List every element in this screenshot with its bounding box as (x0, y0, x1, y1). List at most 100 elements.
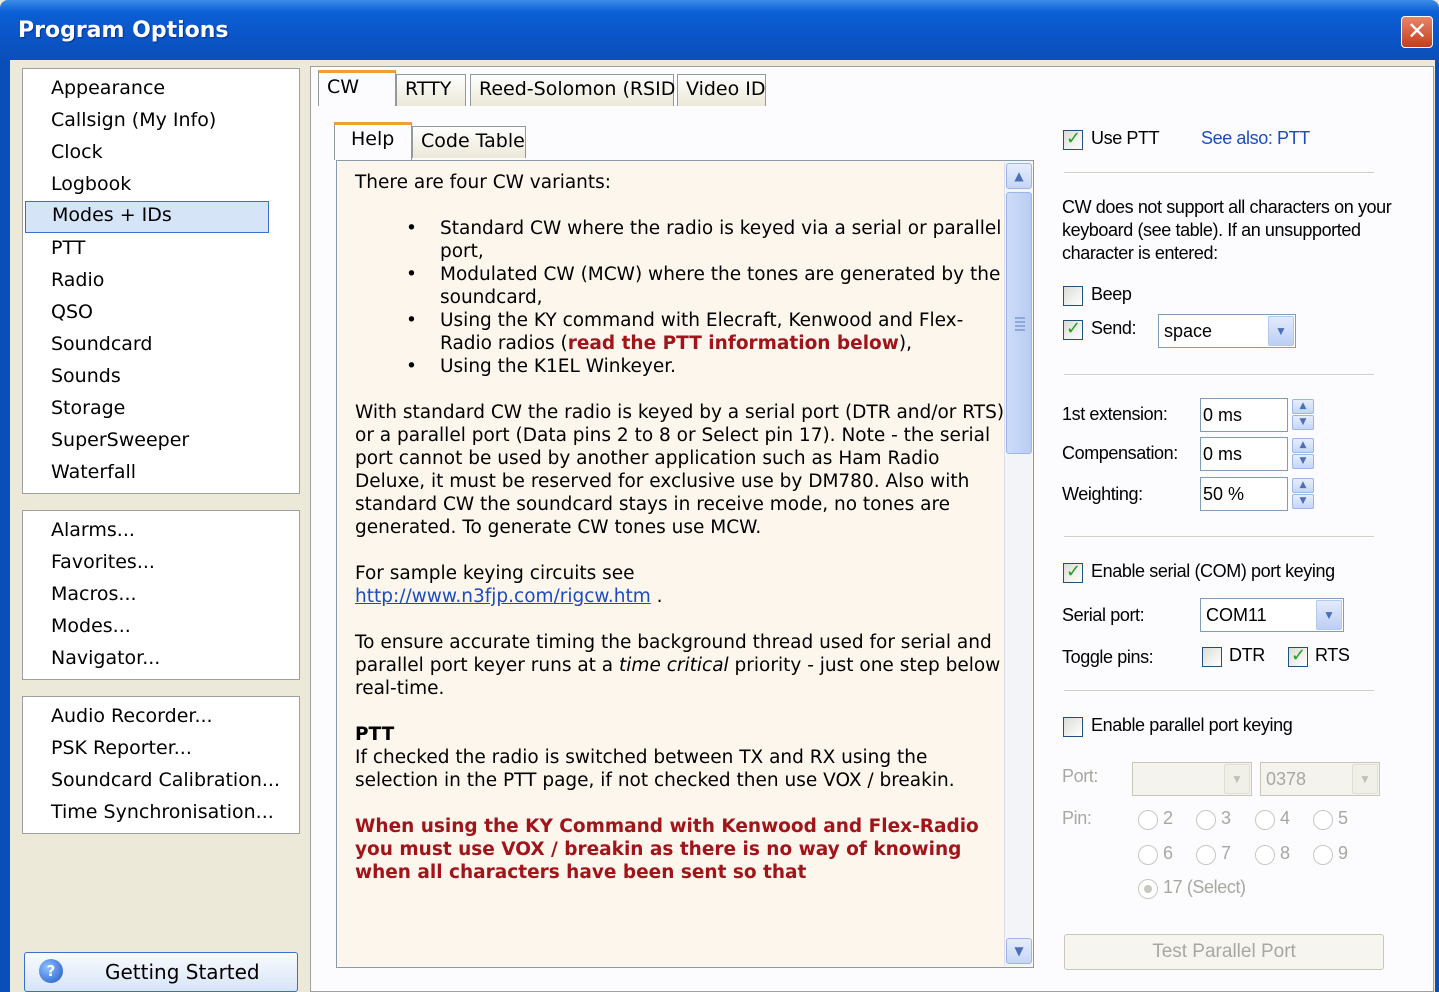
nav-item-waterfall[interactable]: Waterfall (51, 461, 136, 483)
pin-4-label: 4 (1280, 808, 1290, 828)
chevron-down-icon[interactable]: ▼ (1316, 600, 1342, 630)
beep-checkbox[interactable] (1063, 286, 1083, 306)
nav-item-soundcard[interactable]: Soundcard (51, 333, 152, 355)
help-ptt-heading: PTT (355, 724, 395, 745)
send-label[interactable]: Send: (1091, 318, 1136, 339)
getting-started-button[interactable]: ? Getting Started (24, 952, 298, 992)
use-ptt-checkbox[interactable] (1063, 128, 1083, 150)
tab-rtty[interactable]: RTTY (396, 74, 466, 106)
chevron-down-icon[interactable]: ▼ (1268, 316, 1294, 346)
chevron-down-icon: ▼ (1224, 764, 1250, 794)
nav-item-alarms[interactable]: Alarms... (51, 519, 135, 541)
help-scrollbar[interactable]: ▲ ▼ (1004, 162, 1032, 966)
grip-icon (1015, 317, 1025, 331)
help-standard-cw: With standard CW the radio is keyed by a… (355, 402, 1005, 538)
nav-item-navigator[interactable]: Navigator... (51, 647, 160, 669)
help-intro: There are four CW variants: (355, 172, 612, 193)
port-address-select: 0378 ▼ (1260, 762, 1380, 796)
nav-item-supersweeper[interactable]: SuperSweeper (51, 429, 189, 451)
compensation-spinner[interactable]: 0 ms (1200, 437, 1288, 471)
weighting-value: 50 % (1203, 484, 1245, 504)
rts-label[interactable]: RTS (1315, 645, 1350, 666)
scroll-down-icon[interactable]: ▼ (1006, 938, 1032, 964)
subtab-help[interactable]: Help (334, 122, 412, 160)
help-warning: When using the KY Command with Kenwood a… (355, 816, 979, 883)
tab-cw[interactable]: CW (318, 70, 396, 106)
pin-9-label: 9 (1338, 843, 1348, 863)
pin-8-label: 8 (1280, 843, 1290, 863)
send-select[interactable]: space ▼ (1158, 314, 1296, 348)
help-variant-2: Modulated CW (MCW) where the tones are g… (406, 263, 1005, 309)
pin-3-radio (1196, 810, 1216, 830)
toggle-pins-label: Toggle pins: (1062, 647, 1154, 667)
serial-port-select[interactable]: COM11 ▼ (1200, 598, 1344, 632)
beep-label[interactable]: Beep (1091, 284, 1132, 305)
use-ptt-label[interactable]: Use PTT (1091, 128, 1160, 149)
cw-help-text[interactable]: There are four CW variants: Standard CW … (336, 160, 1034, 968)
spin-down-icon: ▼ (1292, 415, 1314, 430)
dtr-label[interactable]: DTR (1229, 645, 1265, 666)
dtr-checkbox[interactable] (1202, 647, 1222, 667)
nav-item-psk-reporter[interactable]: PSK Reporter... (51, 737, 192, 759)
nav-item-ptt[interactable]: PTT (51, 237, 85, 259)
keying-circuits-link[interactable]: http://www.n3fjp.com/rigcw.htm (355, 586, 651, 607)
subtab-code-table[interactable]: Code Table (412, 126, 526, 158)
scroll-thumb[interactable] (1006, 192, 1032, 454)
nav-item-modes-ids[interactable]: Modes + IDs (25, 201, 269, 233)
window-frame-left (0, 60, 10, 992)
pin-17-label: 17 (Select) (1163, 877, 1246, 897)
pin-3-label: 3 (1221, 808, 1231, 828)
unsupported-char-text: CW does not support all characters on yo… (1062, 197, 1392, 263)
tab-video-id[interactable]: Video ID (677, 74, 766, 106)
extension-stepper[interactable]: ▲ ▼ (1292, 399, 1316, 431)
see-also-ptt-link[interactable]: See also: PTT (1201, 128, 1310, 149)
nav-item-sounds[interactable]: Sounds (51, 365, 121, 387)
divider (1064, 172, 1374, 174)
help-ptt-section: PTT If checked the radio is switched betw… (355, 724, 955, 791)
rts-checkbox[interactable] (1288, 645, 1308, 667)
help-icon: ? (39, 959, 63, 983)
pin-17-radio (1138, 879, 1158, 899)
nav-item-time-sync[interactable]: Time Synchronisation... (51, 801, 274, 823)
weighting-stepper[interactable]: ▲ ▼ (1292, 478, 1316, 510)
nav-item-clock[interactable]: Clock (51, 141, 103, 163)
compensation-stepper[interactable]: ▲ ▼ (1292, 438, 1316, 470)
nav-item-storage[interactable]: Storage (51, 397, 125, 419)
pin-6-label: 6 (1163, 843, 1173, 863)
extension-spinner[interactable]: 0 ms (1200, 398, 1288, 432)
nav-item-audio-recorder[interactable]: Audio Recorder... (51, 705, 213, 727)
parallel-keying-checkbox[interactable] (1063, 717, 1083, 737)
help-keying-circuits: For sample keying circuits see http://www… (355, 563, 663, 607)
help-variant-list: Standard CW where the radio is keyed via… (406, 217, 1005, 378)
nav-item-soundcard-calibration[interactable]: Soundcard Calibration... (51, 769, 280, 791)
window-title: Program Options (18, 18, 229, 43)
parallel-keying-label[interactable]: Enable parallel port keying (1091, 715, 1293, 736)
extension-value: 0 ms (1203, 405, 1243, 425)
nav-item-logbook[interactable]: Logbook (51, 173, 131, 195)
scroll-up-icon[interactable]: ▲ (1006, 163, 1032, 189)
serial-port-value: COM11 (1206, 605, 1267, 625)
test-parallel-port-button: Test Parallel Port (1064, 934, 1384, 970)
spin-down-icon: ▼ (1292, 454, 1314, 469)
weighting-spinner[interactable]: 50 % (1200, 477, 1288, 511)
serial-keying-label[interactable]: Enable serial (COM) port keying (1091, 561, 1335, 582)
divider (1064, 374, 1374, 376)
serial-keying-checkbox[interactable] (1063, 561, 1083, 583)
close-icon[interactable]: ✕ (1401, 16, 1433, 48)
tab-rsid[interactable]: Reed-Solomon (RSID) (470, 74, 683, 106)
weighting-label: Weighting: (1062, 484, 1143, 504)
help-timing: To ensure accurate timing the background… (355, 632, 1001, 699)
nav-item-radio[interactable]: Radio (51, 269, 104, 291)
title-bar: Program Options ✕ (0, 0, 1439, 60)
nav-panel-tools: Audio Recorder... PSK Reporter... Soundc… (22, 696, 300, 834)
pin-5-label: 5 (1338, 808, 1348, 828)
nav-item-favorites[interactable]: Favorites... (51, 551, 155, 573)
nav-item-modes[interactable]: Modes... (51, 615, 131, 637)
spin-up-icon: ▲ (1292, 399, 1314, 414)
nav-item-callsign[interactable]: Callsign (My Info) (51, 109, 216, 131)
nav-item-appearance[interactable]: Appearance (51, 77, 165, 99)
nav-item-qso[interactable]: QSO (51, 301, 93, 323)
nav-item-macros[interactable]: Macros... (51, 583, 137, 605)
port-label: Port: (1062, 766, 1099, 786)
send-checkbox[interactable] (1063, 318, 1083, 340)
